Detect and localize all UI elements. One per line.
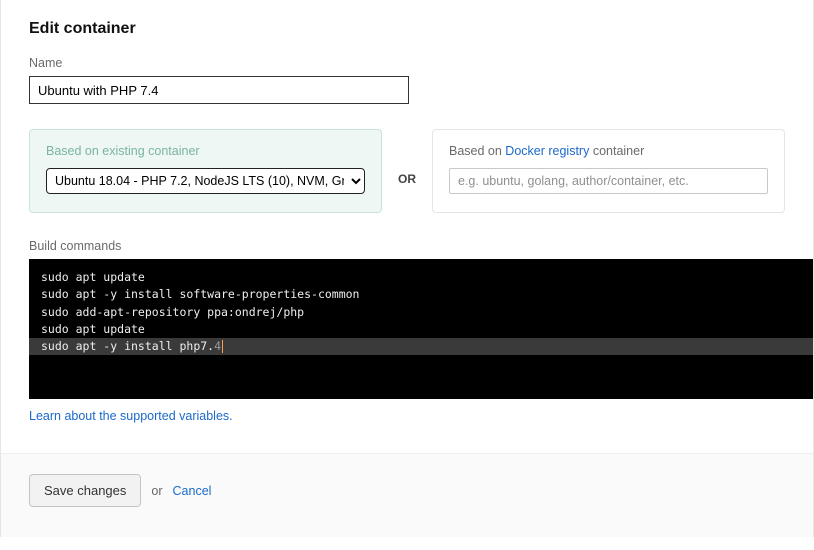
docker-registry-link[interactable]: Docker registry — [505, 144, 589, 158]
name-label: Name — [29, 56, 785, 70]
footer: Save changes or Cancel — [1, 453, 813, 537]
terminal-line-active: sudo apt -y install php7.4 — [29, 338, 813, 355]
cancel-link[interactable]: Cancel — [173, 484, 212, 498]
page-title: Edit container — [29, 20, 785, 38]
terminal-line: sudo apt update — [41, 321, 801, 338]
build-commands-section: Build commands sudo apt update sudo apt … — [29, 239, 785, 423]
base-container-row: Based on existing container Ubuntu 18.04… — [29, 129, 785, 213]
cursor-icon — [222, 340, 223, 353]
terminal-line: sudo add-apt-repository ppa:ondrej/php — [41, 304, 801, 321]
existing-container-select[interactable]: Ubuntu 18.04 - PHP 7.2, NodeJS LTS (10),… — [46, 168, 365, 194]
save-button[interactable]: Save changes — [29, 474, 141, 507]
name-field-group: Name — [29, 56, 785, 104]
existing-container-label: Based on existing container — [46, 144, 365, 158]
help-link[interactable]: Learn about the supported variables. — [29, 409, 233, 423]
docker-registry-label: Based on Docker registry container — [449, 144, 768, 158]
or-text: or — [151, 484, 162, 498]
existing-container-panel[interactable]: Based on existing container Ubuntu 18.04… — [29, 129, 382, 213]
or-divider: OR — [382, 129, 432, 213]
terminal-line: sudo apt -y install software-properties-… — [41, 286, 801, 303]
build-commands-editor[interactable]: sudo apt update sudo apt -y install soft… — [29, 259, 813, 399]
docker-registry-input[interactable] — [449, 168, 768, 194]
terminal-line: sudo apt update — [41, 269, 801, 286]
build-commands-label: Build commands — [29, 239, 785, 253]
docker-registry-panel[interactable]: Based on Docker registry container — [432, 129, 785, 213]
name-input[interactable] — [29, 76, 409, 104]
